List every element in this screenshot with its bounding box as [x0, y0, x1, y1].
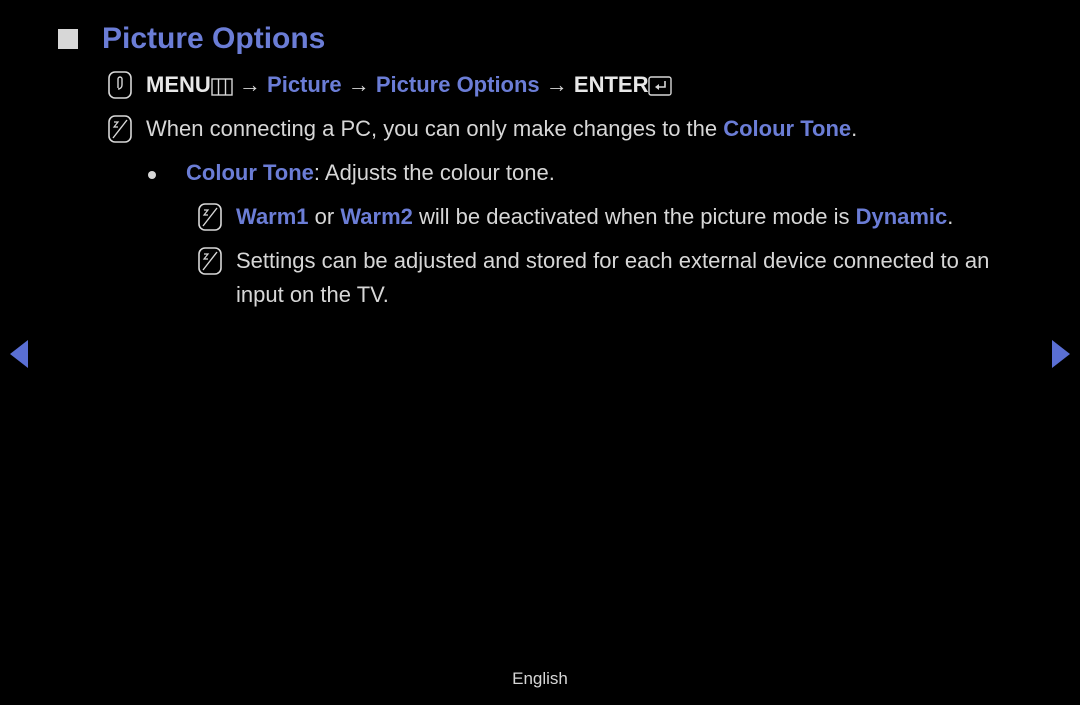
subnote-settings-stored: Settings can be adjusted and stored for … — [58, 244, 1038, 312]
section-bullet-icon — [58, 29, 78, 49]
arrow-sep-1: → — [239, 72, 261, 97]
dynamic-label: Dynamic — [856, 204, 948, 229]
bullet-label: Colour Tone — [186, 160, 314, 185]
note1-highlight: Colour Tone — [723, 116, 851, 141]
note1-prefix: When connecting a PC, you can only make … — [146, 116, 723, 141]
subnote1-end: . — [947, 204, 953, 229]
warm2-label: Warm2 — [340, 204, 413, 229]
enter-key-icon — [648, 76, 672, 96]
page-title: Picture Options — [102, 22, 325, 56]
note-icon — [198, 203, 222, 231]
crumb-picture: Picture — [267, 72, 342, 97]
footer-language: English — [0, 669, 1080, 689]
subnote1-mid: will be deactivated when the picture mod… — [413, 204, 856, 229]
nav-next-button[interactable] — [1052, 340, 1070, 368]
bullet-desc: : Adjusts the colour tone. — [314, 160, 555, 185]
remote-hand-icon — [108, 71, 132, 99]
subnote-warm-dynamic: Warm1 or Warm2 will be deactivated when … — [58, 200, 1038, 234]
note1-suffix: . — [851, 116, 857, 141]
bullet-colour-tone: Colour Tone: Adjusts the colour tone. — [58, 156, 1038, 190]
enter-label: ENTER — [574, 72, 649, 97]
warm1-label: Warm1 — [236, 204, 309, 229]
bullet-icon — [148, 171, 156, 179]
arrow-sep-3: → — [546, 72, 568, 97]
content-area: Picture Options MENU → Picture → Picture… — [58, 22, 1038, 323]
crumb-picture-options: Picture Options — [376, 72, 540, 97]
subnote2-text: Settings can be adjusted and stored for … — [236, 248, 989, 307]
or-text: or — [309, 204, 341, 229]
nav-prev-button[interactable] — [10, 340, 28, 368]
arrow-sep-2: → — [348, 72, 370, 97]
note-icon — [198, 247, 222, 275]
breadcrumb: MENU → Picture → Picture Options → ENTER — [58, 68, 1038, 102]
menu-grid-icon — [211, 78, 233, 96]
note-icon — [108, 115, 132, 143]
menu-label: MENU — [146, 72, 211, 97]
note-pc-colour-tone: When connecting a PC, you can only make … — [58, 112, 1038, 146]
